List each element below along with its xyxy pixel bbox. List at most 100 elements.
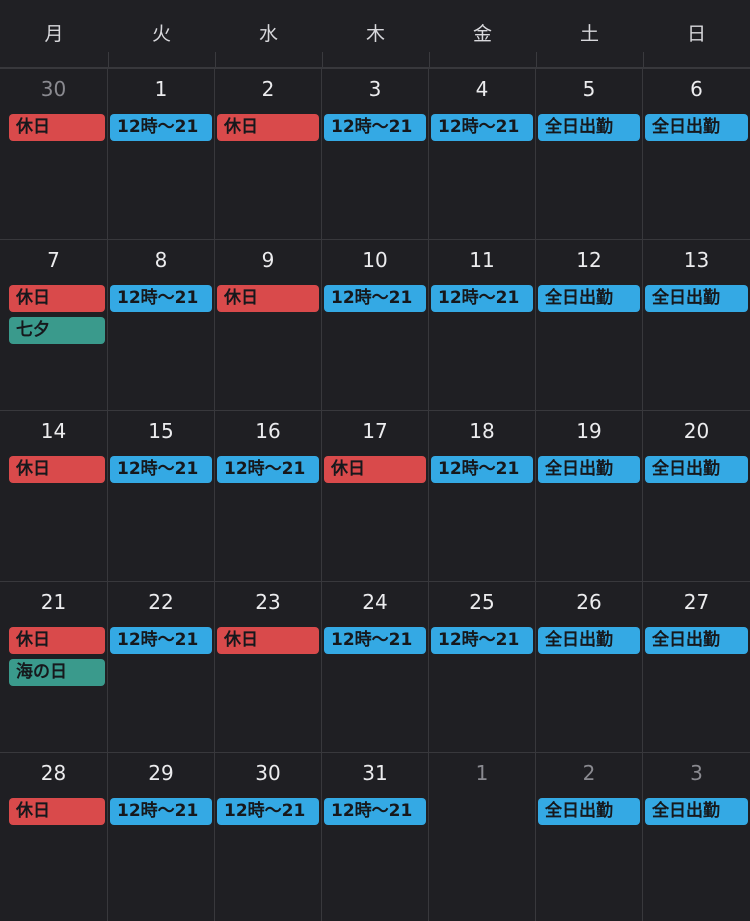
day-cell[interactable]: 2 休日	[215, 69, 322, 240]
day-off-event[interactable]: 休日	[9, 627, 105, 654]
shift-event[interactable]: 12時～21	[110, 285, 212, 312]
holiday-event[interactable]: 七夕	[9, 317, 105, 344]
day-cell[interactable]: 19 全日出勤	[536, 411, 643, 582]
day-off-event[interactable]: 休日	[9, 114, 105, 141]
column-divider	[536, 52, 537, 68]
day-off-event[interactable]: 休日	[217, 627, 319, 654]
day-cell[interactable]: 4 12時～21	[429, 69, 536, 240]
event-list: 12時～21	[108, 798, 214, 830]
day-cell[interactable]: 25 12時～21	[429, 582, 536, 753]
day-cell[interactable]: 14 休日	[0, 411, 108, 582]
day-cell[interactable]: 21 休日海の日	[0, 582, 108, 753]
holiday-event[interactable]: 海の日	[9, 659, 105, 686]
shift-event[interactable]: 全日出勤	[538, 285, 640, 312]
day-cell[interactable]: 6 全日出勤	[643, 69, 750, 240]
day-cell[interactable]: 11 12時～21	[429, 240, 536, 411]
shift-event[interactable]: 12時～21	[324, 114, 426, 141]
day-number: 2	[582, 761, 596, 785]
day-cell[interactable]: 18 12時～21	[429, 411, 536, 582]
event-list: 12時～21	[429, 627, 535, 659]
shift-event[interactable]: 12時～21	[431, 456, 533, 483]
day-cell[interactable]: 15 12時～21	[108, 411, 215, 582]
shift-event[interactable]: 12時～21	[110, 114, 212, 141]
shift-event[interactable]: 12時～21	[431, 627, 533, 654]
shift-event[interactable]: 12時～21	[110, 798, 212, 825]
event-list: 全日出勤	[536, 285, 642, 317]
shift-event[interactable]: 全日出勤	[645, 798, 748, 825]
day-cell[interactable]: 20 全日出勤	[643, 411, 750, 582]
shift-event[interactable]: 全日出勤	[645, 627, 748, 654]
event-list: 休日	[215, 285, 321, 317]
event-list: 12時～21	[108, 627, 214, 659]
day-cell[interactable]: 7 休日 七夕	[0, 240, 108, 411]
day-cell[interactable]: 24 12時～21	[322, 582, 429, 753]
event-list: 12時～21	[322, 114, 428, 146]
day-number: 3	[368, 77, 382, 101]
day-cell[interactable]: 9 休日	[215, 240, 322, 411]
event-list: 全日出勤	[643, 627, 750, 659]
day-cell[interactable]: 3 12時～21	[322, 69, 429, 240]
shift-event[interactable]: 全日出勤	[538, 627, 640, 654]
day-cell[interactable]: 2 全日出勤	[536, 753, 643, 921]
shift-event[interactable]: 12時～21	[110, 627, 212, 654]
shift-event[interactable]: 全日出勤	[538, 456, 640, 483]
day-number: 21	[40, 590, 67, 614]
day-off-event[interactable]: 休日	[9, 798, 105, 825]
shift-event[interactable]: 全日出勤	[538, 114, 640, 141]
event-list: 12時～21	[108, 114, 214, 146]
shift-event[interactable]: 12時～21	[431, 285, 533, 312]
shift-event[interactable]: 12時～21	[217, 798, 319, 825]
day-cell[interactable]: 23 休日	[215, 582, 322, 753]
day-cell[interactable]: 30 休日	[0, 69, 108, 240]
shift-event[interactable]: 12時～21	[217, 456, 319, 483]
shift-event[interactable]: 12時～21	[324, 627, 426, 654]
shift-event[interactable]: 全日出勤	[645, 114, 748, 141]
day-off-event[interactable]: 休日	[217, 285, 319, 312]
event-list: 全日出勤	[536, 114, 642, 146]
event-list: 12時～21	[322, 285, 428, 317]
day-number: 24	[362, 590, 388, 614]
day-cell[interactable]: 3 全日出勤	[643, 753, 750, 921]
day-cell[interactable]: 12 全日出勤	[536, 240, 643, 411]
day-off-event[interactable]: 休日	[324, 456, 426, 483]
weekday-label: 日	[686, 23, 706, 45]
weekday-label: 金	[472, 23, 492, 45]
day-cell[interactable]: 5 全日出勤	[536, 69, 643, 240]
day-cell[interactable]: 28 休日	[0, 753, 108, 921]
column-divider	[429, 52, 430, 68]
day-cell[interactable]: 17 休日	[322, 411, 429, 582]
day-cell[interactable]: 10 12時～21	[322, 240, 429, 411]
shift-event[interactable]: 全日出勤	[645, 285, 748, 312]
shift-event[interactable]: 12時～21	[324, 798, 426, 825]
weekday-label: 木	[365, 23, 385, 45]
shift-event[interactable]: 全日出勤	[645, 456, 748, 483]
day-cell[interactable]: 27 全日出勤	[643, 582, 750, 753]
day-number: 12	[576, 248, 602, 272]
event-list: 12時～21	[215, 456, 321, 488]
shift-event[interactable]: 全日出勤	[538, 798, 640, 825]
day-cell[interactable]: 13 全日出勤	[643, 240, 750, 411]
event-list: 12時～21	[215, 798, 321, 830]
day-cell[interactable]: 1	[429, 753, 536, 921]
day-number: 8	[154, 248, 168, 272]
day-cell[interactable]: 26 全日出勤	[536, 582, 643, 753]
day-cell[interactable]: 31 12時～21	[322, 753, 429, 921]
day-number: 30	[40, 77, 67, 101]
day-off-event[interactable]: 休日	[9, 285, 105, 312]
month-calendar: 月 火 水 木 金 土 日 30 休日 1 12時～21 2 休日 3 12時～21 4 12時～21 5 全日出…	[0, 0, 750, 921]
day-cell[interactable]: 22 12時～21	[108, 582, 215, 753]
column-divider	[322, 52, 323, 68]
day-cell[interactable]: 16 12時～21	[215, 411, 322, 582]
shift-event[interactable]: 12時～21	[324, 285, 426, 312]
event-list: 休日	[0, 114, 107, 146]
event-list: 休日 七夕	[0, 285, 107, 349]
day-cell[interactable]: 30 12時～21	[215, 753, 322, 921]
day-off-event[interactable]: 休日	[217, 114, 319, 141]
day-cell[interactable]: 8 12時～21	[108, 240, 215, 411]
day-cell[interactable]: 29 12時～21	[108, 753, 215, 921]
day-off-event[interactable]: 休日	[9, 456, 105, 483]
day-cell[interactable]: 1 12時～21	[108, 69, 215, 240]
event-list: 休日 海の日	[0, 627, 107, 691]
shift-event[interactable]: 12時～21	[110, 456, 212, 483]
shift-event[interactable]: 12時～21	[431, 114, 533, 141]
